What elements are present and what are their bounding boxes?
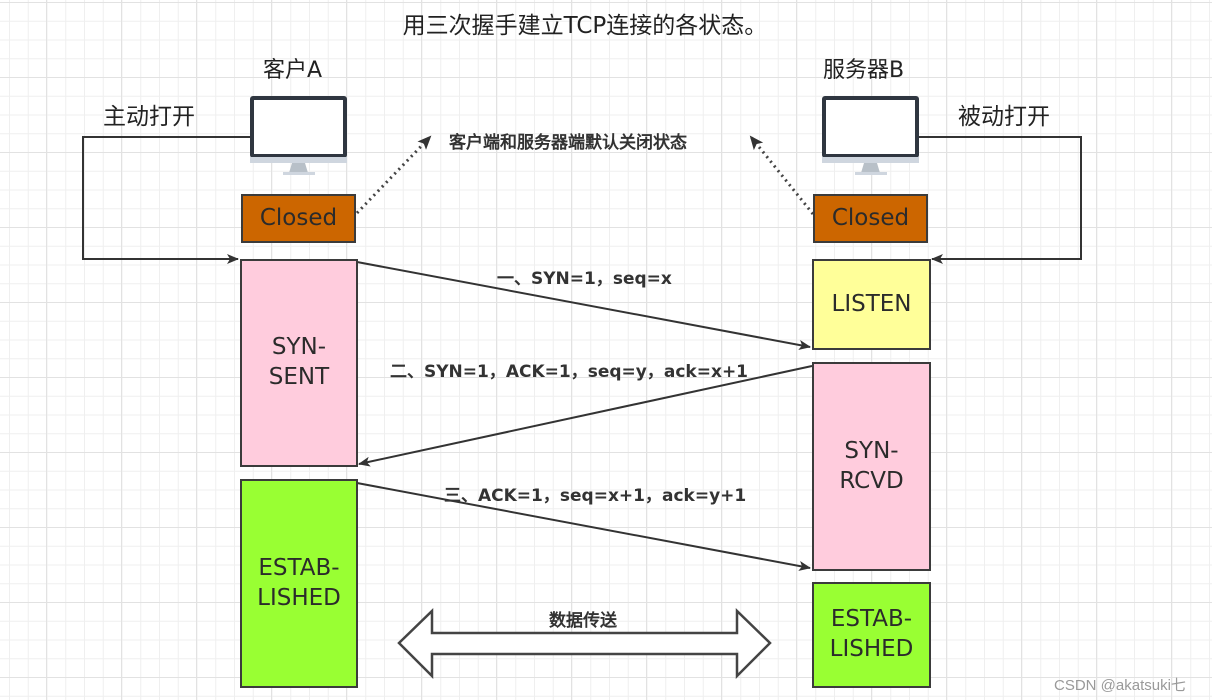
server-closed-note-arrow — [749, 135, 815, 215]
connector-layer — [82, 96, 1082, 680]
message-label-1: 一、SYN=1，seq=x — [497, 269, 672, 289]
message-label-2: 二、SYN=1，ACK=1，seq=y，ack=x+1 — [390, 362, 749, 382]
client-closed-note-arrow — [355, 135, 432, 215]
active-open-connector — [82, 136, 250, 264]
data-transfer-label: 数据传送 — [549, 611, 617, 631]
client-state-syn-sent: SYN- SENT — [240, 259, 358, 467]
default-closed-note: 客户端和服务器端默认关闭状态 — [449, 133, 687, 153]
watermark: CSDN @akatsuki七 — [1054, 677, 1186, 694]
server-state-listen: LISTEN — [812, 259, 931, 350]
client-state-established: ESTAB- LISHED — [240, 479, 358, 688]
server-monitor-icon — [822, 96, 919, 175]
server-state-syn-rcvd: SYN- RCVD — [812, 362, 931, 571]
client-monitor-icon — [250, 96, 347, 175]
message-label-3: 三、ACK=1，seq=x+1，ack=y+1 — [444, 486, 747, 506]
server-state-closed: Closed — [813, 194, 928, 243]
passive-open-connector — [919, 136, 1082, 264]
server-state-established: ESTAB- LISHED — [812, 582, 931, 688]
client-state-closed: Closed — [241, 194, 356, 243]
